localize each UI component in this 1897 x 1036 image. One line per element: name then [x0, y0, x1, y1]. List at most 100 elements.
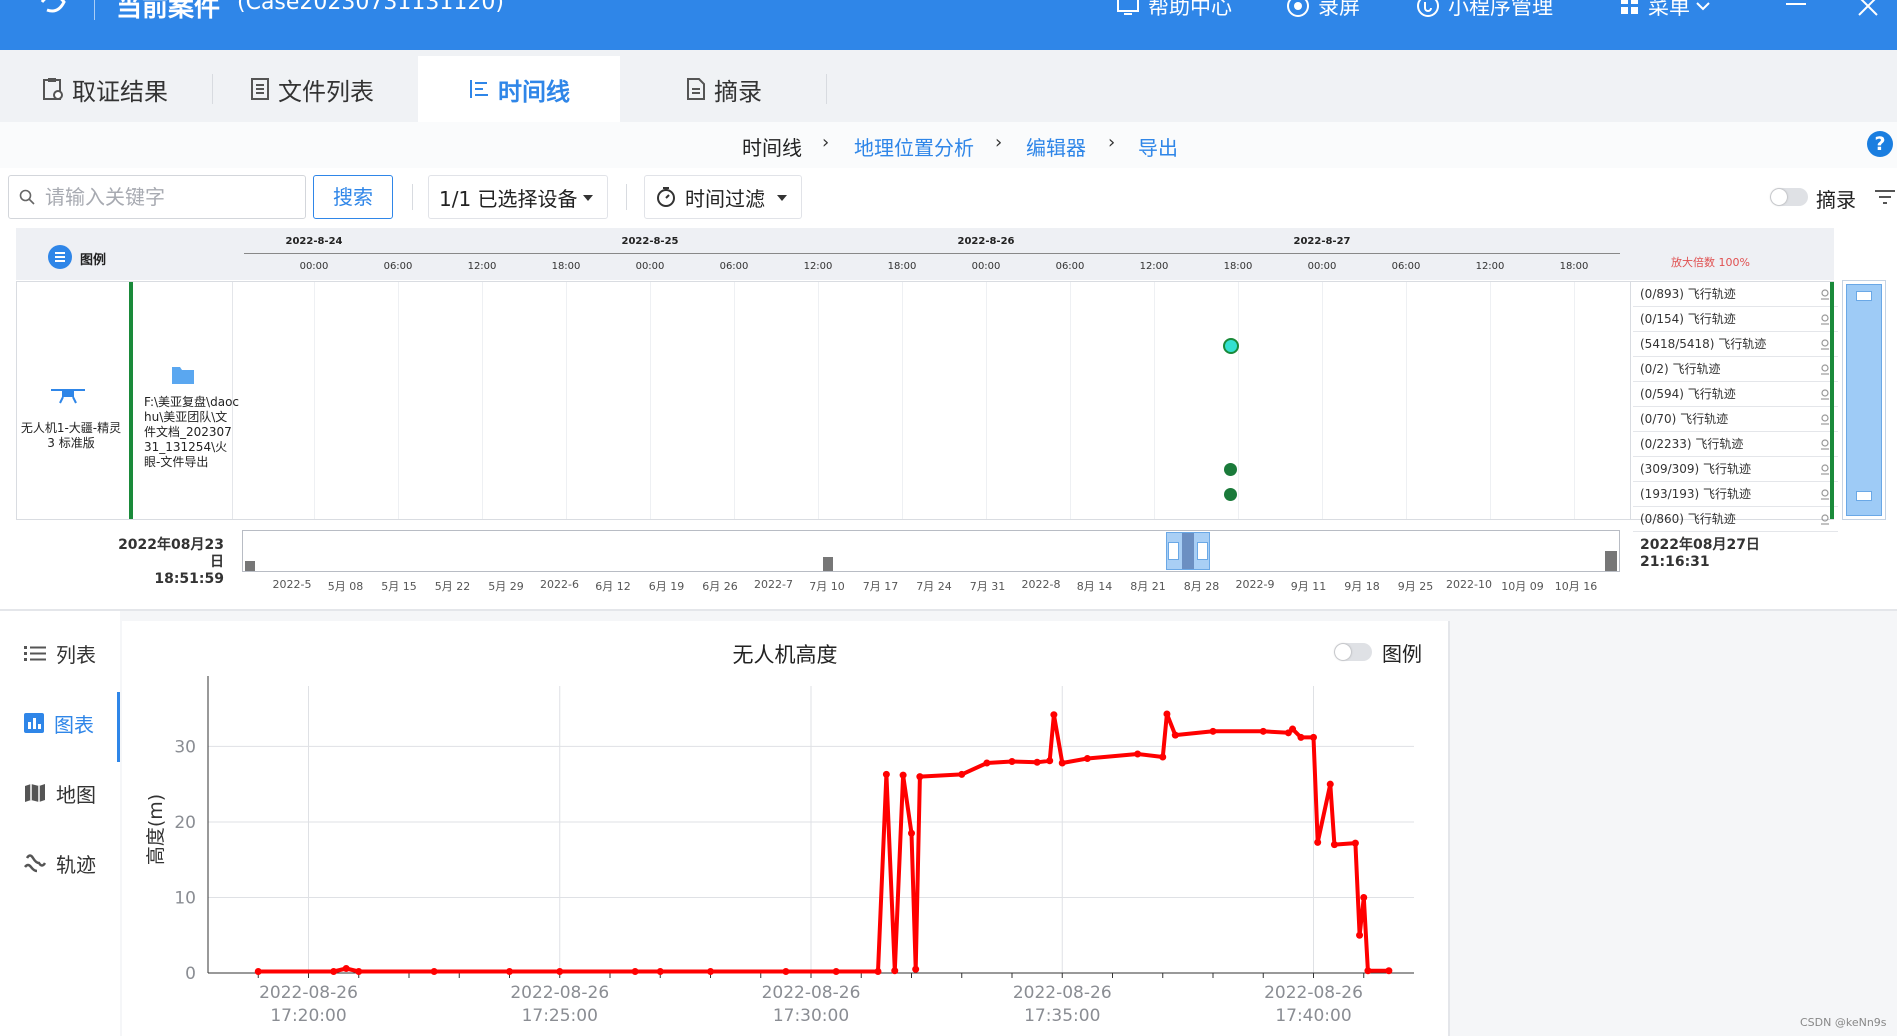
stopwatch-icon [655, 186, 677, 208]
location-pin-icon[interactable] [1820, 289, 1830, 300]
location-pin-icon[interactable] [1820, 514, 1830, 525]
track-row[interactable]: (5418/5418) 飞行轨迹 [1633, 332, 1838, 357]
altitude-data-point [254, 967, 262, 975]
track-row[interactable]: (0/2233) 飞行轨迹 [1633, 432, 1838, 457]
tab-label: 时间线 [498, 77, 570, 106]
tab-forensic-results[interactable]: 取证结果 [42, 56, 168, 122]
track-row[interactable]: (309/309) 飞行轨迹 [1633, 457, 1838, 482]
tab-timeline[interactable]: 时间线 [418, 56, 620, 122]
record-screen-button[interactable]: 录屏 [1286, 0, 1360, 21]
altitude-data-point [1330, 841, 1338, 849]
location-pin-icon[interactable] [1820, 314, 1830, 325]
timeline-event-marker[interactable] [1224, 488, 1237, 501]
timeline-icon [468, 78, 498, 100]
timeline-event-marker[interactable] [1224, 463, 1237, 476]
timeline-hour-label: 18:00 [887, 261, 917, 272]
minimap-selection-window[interactable] [1166, 532, 1210, 570]
minimap-tick-label: 8月 14 [1076, 580, 1113, 593]
view-list[interactable]: 列表 [24, 638, 96, 668]
altitude-data-point [1163, 710, 1171, 718]
view-track-label: 轨迹 [56, 852, 96, 877]
altitude-data-point [782, 967, 790, 975]
mini-program-button[interactable]: 小程序管理 [1416, 0, 1553, 21]
altitude-data-point [430, 967, 438, 975]
vertical-zoom-slider[interactable] [1842, 280, 1886, 520]
minimap-marker [245, 561, 255, 571]
location-pin-icon[interactable] [1820, 464, 1830, 475]
breadcrumb-export[interactable]: 导出 [1138, 132, 1178, 161]
track-label: (5418/5418) 飞行轨迹 [1640, 337, 1767, 351]
location-pin-icon[interactable] [1820, 414, 1830, 425]
y-tick-label: 20 [174, 813, 196, 833]
altitude-data-point [958, 770, 966, 778]
x-tick-time: 17:25:00 [522, 1006, 598, 1026]
close-icon[interactable] [1856, 0, 1880, 18]
minimap-handle-right[interactable] [1197, 542, 1208, 560]
altitude-data-point [832, 967, 840, 975]
minimap-tick-label: 2022-6 [540, 578, 579, 591]
legend-icon[interactable] [48, 245, 72, 269]
y-tick-label: 0 [185, 964, 196, 984]
location-pin-icon[interactable] [1820, 339, 1830, 350]
track-row[interactable]: (193/193) 飞行轨迹 [1633, 482, 1838, 507]
track-label: (0/2233) 飞行轨迹 [1640, 437, 1744, 451]
breadcrumb-geo-analysis[interactable]: 地理位置分析 [854, 132, 974, 161]
device-select[interactable]: 1/1 已选择设备 [428, 175, 608, 219]
location-pin-icon[interactable] [1820, 364, 1830, 375]
timeline-date-label: 2022-8-27 [1293, 236, 1351, 247]
altitude-data-point [1289, 725, 1297, 733]
minimize-icon[interactable] [1784, 0, 1808, 14]
mini-program-icon [1416, 0, 1448, 18]
slider-handle-top[interactable] [1856, 291, 1872, 301]
location-pin-icon[interactable] [1820, 439, 1830, 450]
minimap-handle-left[interactable] [1168, 542, 1179, 560]
timeline-hour-label: 12:00 [803, 261, 833, 272]
help-icon[interactable]: ? [1867, 131, 1893, 157]
track-row[interactable]: (0/860) 飞行轨迹 [1633, 507, 1838, 532]
tab-excerpt[interactable]: 摘录 [686, 56, 762, 122]
slider-handle-bottom[interactable] [1856, 491, 1872, 501]
tab-file-list[interactable]: 文件列表 [250, 56, 374, 122]
search-button[interactable]: 搜索 [313, 175, 393, 219]
minimap-track[interactable] [242, 530, 1620, 572]
track-row[interactable]: (0/2) 飞行轨迹 [1633, 357, 1838, 382]
excerpt-toggle[interactable] [1770, 188, 1808, 206]
timeline-hour-label: 12:00 [1475, 261, 1505, 272]
track-row[interactable]: (0/893) 飞行轨迹 [1633, 282, 1838, 307]
altitude-data-point [1050, 711, 1058, 719]
time-filter-select[interactable]: 时间过滤 [644, 175, 802, 219]
timeline-axis-line [244, 253, 1620, 254]
breadcrumb-editor[interactable]: 编辑器 [1026, 132, 1086, 161]
help-center-button[interactable]: 帮助中心 [1116, 0, 1232, 21]
track-row[interactable]: (0/594) 飞行轨迹 [1633, 382, 1838, 407]
view-track[interactable]: 轨迹 [24, 848, 96, 878]
tab-divider [826, 74, 827, 104]
track-label: (0/2) 飞行轨迹 [1640, 362, 1721, 376]
altitude-data-point [631, 967, 639, 975]
tab-label: 摘录 [714, 77, 762, 106]
track-row[interactable]: (0/154) 飞行轨迹 [1633, 307, 1838, 332]
view-chart[interactable]: 图表 [24, 708, 94, 738]
view-map[interactable]: 地图 [24, 778, 96, 808]
clipboard-check-icon [42, 77, 72, 101]
track-row[interactable]: (0/70) 飞行轨迹 [1633, 407, 1838, 432]
timeline-event-marker[interactable] [1223, 338, 1239, 354]
minimap-tick-label: 6月 12 [595, 580, 631, 593]
filter-icon[interactable] [1874, 188, 1896, 206]
grid-menu-icon [1620, 0, 1648, 16]
location-pin-icon[interactable] [1820, 489, 1830, 500]
zoom-slider-window[interactable] [1846, 284, 1882, 516]
timeline-gridline [482, 282, 483, 519]
minimap-tick-label: 9月 11 [1290, 580, 1327, 593]
minimap-tick-label: 9月 18 [1344, 580, 1380, 593]
altitude-data-point [916, 773, 924, 781]
breadcrumb-separator-icon: › [822, 132, 830, 153]
location-pin-icon[interactable] [1820, 389, 1830, 400]
breadcrumb: 时间线 › 地理位置分析 › 编辑器 › 导出 ? [0, 122, 1897, 168]
timeline-hour-label: 06:00 [1391, 261, 1421, 272]
menu-button[interactable]: 菜单 [1620, 0, 1718, 21]
timeline-gridline [1070, 282, 1071, 519]
chart-panel: 无人机高度 图例 0 10 20 30 2022-08-26 17:20:00 2022-0… [122, 621, 1448, 1036]
timeline-gridline [1238, 282, 1239, 519]
search-input[interactable] [45, 182, 295, 212]
